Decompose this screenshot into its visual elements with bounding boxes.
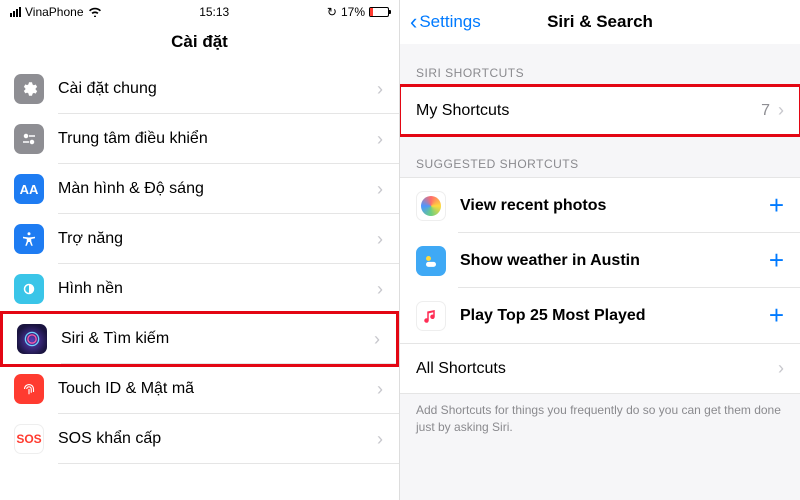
chevron-right-icon: ›	[377, 129, 383, 150]
row-label: Siri & Tìm kiếm	[61, 330, 374, 348]
accessibility-icon	[14, 224, 44, 254]
chevron-right-icon: ›	[778, 358, 784, 379]
wallpaper-icon	[14, 274, 44, 304]
wifi-icon	[88, 5, 102, 20]
siri-icon	[17, 324, 47, 354]
sos-icon: SOS	[14, 424, 44, 454]
row-all-shortcuts[interactable]: All Shortcuts ›	[400, 343, 800, 393]
back-label: Settings	[419, 12, 480, 32]
chevron-right-icon: ›	[778, 100, 784, 121]
settings-list: Cài đặt chung › Trung tâm điều khiển › A…	[0, 64, 399, 464]
toggles-icon	[14, 124, 44, 154]
row-label: Touch ID & Mật mã	[58, 380, 377, 398]
photos-icon	[416, 191, 446, 221]
suggested-row-weather[interactable]: Show weather in Austin +	[400, 233, 800, 288]
chevron-left-icon: ‹	[410, 11, 417, 33]
section-header-shortcuts: SIRI SHORTCUTS	[400, 44, 800, 86]
row-label: Trợ năng	[58, 230, 377, 248]
footer-text: Add Shortcuts for things you frequently …	[400, 393, 800, 444]
row-siri-search[interactable]: Siri & Tìm kiếm ›	[0, 311, 399, 367]
music-icon	[416, 301, 446, 331]
add-button[interactable]: +	[769, 190, 784, 221]
weather-icon	[416, 246, 446, 276]
row-accessibility[interactable]: Trợ năng ›	[0, 214, 399, 264]
chevron-right-icon: ›	[377, 79, 383, 100]
gear-icon	[14, 74, 44, 104]
sync-icon: ↻	[327, 5, 337, 19]
battery-icon	[369, 7, 389, 17]
suggested-row-music[interactable]: Play Top 25 Most Played +	[400, 288, 800, 343]
row-display[interactable]: AA Màn hình & Độ sáng ›	[0, 164, 399, 214]
chevron-right-icon: ›	[377, 279, 383, 300]
text-size-icon: AA	[14, 174, 44, 204]
add-button[interactable]: +	[769, 245, 784, 276]
page-title: Cài đặt	[0, 24, 399, 64]
row-control-center[interactable]: Trung tâm điều khiển ›	[0, 114, 399, 164]
nav-bar: ‹ Settings Siri & Search	[400, 0, 800, 44]
status-bar: VinaPhone 15:13 ↻ 17%	[0, 0, 399, 24]
settings-screen-left: VinaPhone 15:13 ↻ 17% Cài đặt Cài đặt ch…	[0, 0, 400, 500]
row-label: SOS khẩn cấp	[58, 430, 377, 448]
back-button[interactable]: ‹ Settings	[410, 11, 481, 33]
suggested-row-photos[interactable]: View recent photos +	[400, 178, 800, 233]
section-header-suggested: SUGGESTED SHORTCUTS	[400, 135, 800, 177]
signal-icon	[10, 7, 21, 17]
fingerprint-icon	[14, 374, 44, 404]
row-label: Hình nền	[58, 280, 377, 298]
clock: 15:13	[199, 5, 229, 19]
row-my-shortcuts[interactable]: My Shortcuts 7 ›	[400, 86, 800, 135]
siri-search-screen-right: ‹ Settings Siri & Search SIRI SHORTCUTS …	[400, 0, 800, 500]
chevron-right-icon: ›	[377, 229, 383, 250]
add-button[interactable]: +	[769, 300, 784, 331]
carrier-label: VinaPhone	[25, 5, 84, 19]
row-general[interactable]: Cài đặt chung ›	[0, 64, 399, 114]
chevron-right-icon: ›	[374, 329, 380, 350]
row-label: All Shortcuts	[416, 360, 778, 378]
row-label: Trung tâm điều khiển	[58, 130, 377, 148]
chevron-right-icon: ›	[377, 379, 383, 400]
row-label: Màn hình & Độ sáng	[58, 180, 377, 198]
battery-pct: 17%	[341, 5, 365, 19]
row-wallpaper[interactable]: Hình nền ›	[0, 264, 399, 314]
row-label: My Shortcuts	[416, 102, 761, 120]
row-value: 7	[761, 102, 770, 120]
row-label: Play Top 25 Most Played	[460, 307, 769, 325]
row-label: Cài đặt chung	[58, 80, 377, 98]
row-sos[interactable]: SOS SOS khẩn cấp ›	[0, 414, 399, 464]
chevron-right-icon: ›	[377, 179, 383, 200]
row-touchid[interactable]: Touch ID & Mật mã ›	[0, 364, 399, 414]
row-label: View recent photos	[460, 197, 769, 215]
chevron-right-icon: ›	[377, 429, 383, 450]
row-label: Show weather in Austin	[460, 252, 769, 270]
suggested-list: View recent photos + Show weather in Aus…	[400, 177, 800, 393]
